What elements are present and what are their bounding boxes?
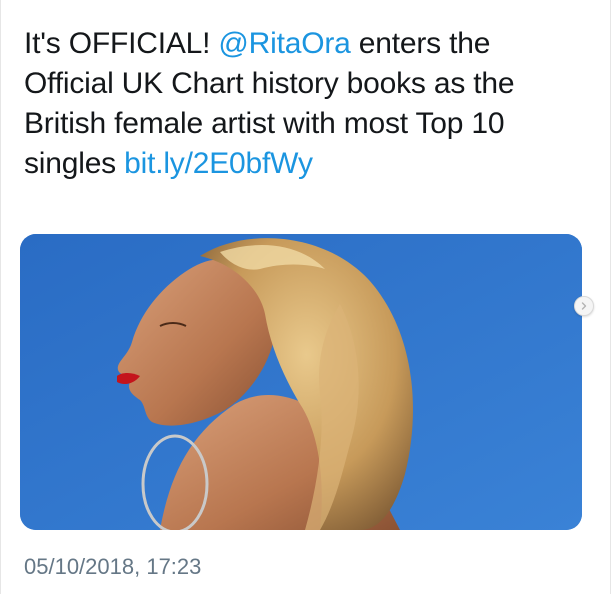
mention-link[interactable]: @RitaOra [218,27,350,60]
tweet-text-intro: It's OFFICIAL! [24,27,219,60]
carousel-next-button[interactable] [574,296,594,316]
chevron-right-icon [581,302,587,310]
tweet-text: It's OFFICIAL! @RitaOra enters the Offic… [24,24,584,184]
instagram-post-page: It's OFFICIAL! @RitaOra enters the Offic… [0,0,611,594]
short-url-link[interactable]: bit.ly/2E0bfWy [124,147,313,180]
portrait-photo-illustration [20,234,582,530]
left-border [0,0,1,594]
tweet-timestamp: 05/10/2018, 17:23 [24,554,202,579]
tweet-photo[interactable] [20,234,582,530]
